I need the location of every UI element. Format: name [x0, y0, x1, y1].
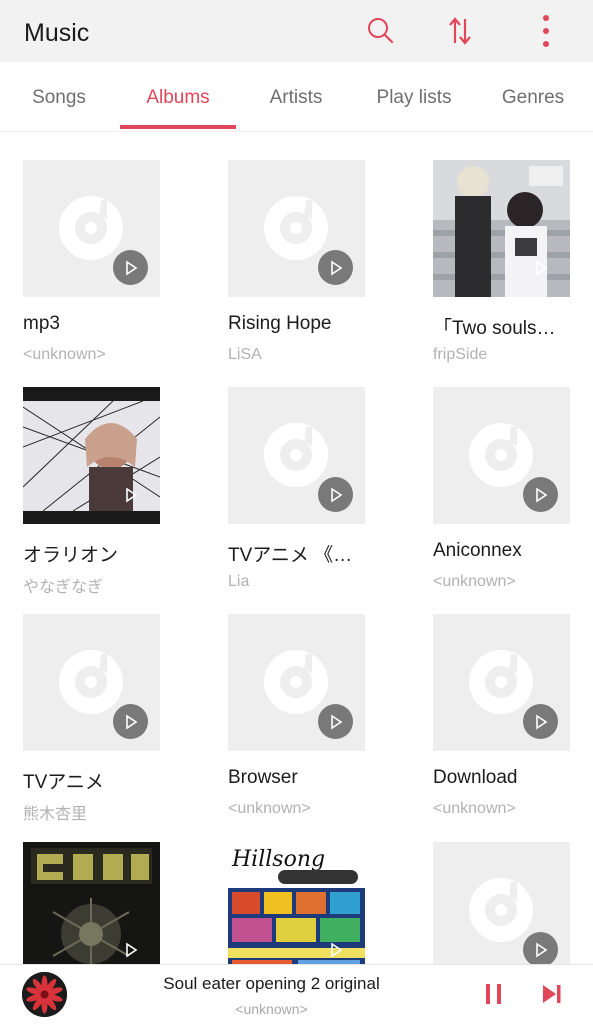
play-icon[interactable] — [318, 704, 353, 739]
album-cover-placeholder[interactable] — [433, 387, 570, 524]
album-artist: <unknown> — [433, 800, 516, 817]
album-title: TVアニメ 《… — [228, 545, 353, 566]
album-item[interactable]: 「Two souls… fripSide — [433, 160, 593, 387]
play-icon[interactable] — [113, 250, 148, 285]
album-cover-placeholder[interactable] — [433, 614, 570, 751]
active-tab-indicator — [120, 125, 236, 129]
album-artist: やなぎなぎ — [23, 579, 104, 596]
play-icon[interactable] — [318, 250, 353, 285]
tab-albums[interactable]: Albums — [120, 62, 236, 132]
play-icon[interactable] — [523, 477, 558, 512]
play-icon[interactable] — [318, 932, 353, 964]
album-item[interactable] — [23, 842, 193, 964]
tab-play-lists[interactable]: Play lists — [358, 62, 470, 132]
play-icon[interactable] — [523, 704, 558, 739]
album-cover-placeholder[interactable] — [23, 160, 160, 297]
pause-icon[interactable] — [477, 979, 511, 1009]
album-title: Aniconnex — [433, 540, 522, 561]
album-item[interactable]: Hillsong — [228, 842, 398, 964]
album-cover-art[interactable] — [433, 160, 570, 297]
tab-genres[interactable]: Genres — [480, 62, 586, 132]
svg-text:Hillsong: Hillsong — [231, 847, 325, 872]
album-cover-art[interactable] — [23, 387, 160, 524]
play-icon[interactable] — [523, 932, 558, 964]
album-title: TVアニメ — [23, 772, 104, 793]
album-artist: 熊木杏里 — [23, 806, 88, 823]
album-item[interactable]: Rising Hope LiSA — [228, 160, 398, 387]
album-artist: <unknown> — [433, 573, 516, 590]
album-item[interactable]: オラリオン やなぎなぎ — [23, 387, 193, 614]
album-item[interactable] — [433, 842, 593, 964]
album-cover-placeholder[interactable] — [228, 387, 365, 524]
play-icon[interactable] — [523, 250, 558, 285]
album-grid[interactable]: mp3 <unknown> Rising Hope LiSA 「Two soul… — [0, 132, 593, 964]
album-artist: fripSide — [433, 346, 488, 363]
album-item[interactable]: TVアニメ 《… Lia — [228, 387, 398, 614]
now-playing-bar[interactable]: Soul eater opening 2 original <unknown> — [0, 964, 593, 1024]
album-artist: <unknown> — [228, 800, 311, 817]
album-item[interactable]: TVアニメ 熊木杏里 — [23, 614, 193, 841]
album-title: 「Two souls… — [433, 318, 556, 339]
album-cover-placeholder[interactable] — [228, 160, 365, 297]
play-icon[interactable] — [113, 704, 148, 739]
search-icon[interactable] — [362, 13, 398, 49]
tab-artists[interactable]: Artists — [240, 62, 352, 132]
album-item[interactable]: Download <unknown> — [433, 614, 593, 841]
album-title: Download — [433, 767, 518, 788]
album-artist: Lia — [228, 573, 250, 590]
now-playing-title[interactable]: Soul eater opening 2 original — [110, 974, 433, 994]
album-artist: LiSA — [228, 346, 262, 363]
play-icon[interactable] — [318, 477, 353, 512]
play-icon[interactable] — [113, 932, 148, 964]
album-cover-placeholder[interactable] — [228, 614, 365, 751]
album-cover-art[interactable] — [23, 842, 160, 964]
app-bar: Music — [0, 0, 593, 62]
album-artist: <unknown> — [23, 346, 106, 363]
tab-bar: Songs Albums Artists Play lists Genres — [0, 62, 593, 132]
more-vert-icon[interactable] — [528, 13, 564, 49]
album-cover-placeholder[interactable] — [433, 842, 570, 964]
album-item[interactable]: Browser <unknown> — [228, 614, 398, 841]
album-item[interactable]: Aniconnex <unknown> — [433, 387, 593, 614]
album-cover-art[interactable]: Hillsong — [228, 842, 365, 964]
now-playing-artist: <unknown> — [235, 1001, 308, 1017]
play-icon[interactable] — [113, 477, 148, 512]
album-title: オラリオン — [23, 545, 119, 566]
now-playing-thumbnail[interactable] — [22, 972, 67, 1017]
album-title: Rising Hope — [228, 313, 332, 334]
album-title: mp3 — [23, 313, 60, 334]
sort-icon[interactable] — [442, 13, 478, 49]
skip-next-icon[interactable] — [535, 979, 569, 1009]
album-item[interactable]: mp3 <unknown> — [23, 160, 193, 387]
tab-songs[interactable]: Songs — [4, 62, 114, 132]
app-title: Music — [24, 19, 90, 47]
album-title: Browser — [228, 767, 298, 788]
album-cover-placeholder[interactable] — [23, 614, 160, 751]
flower-icon — [22, 972, 67, 1017]
